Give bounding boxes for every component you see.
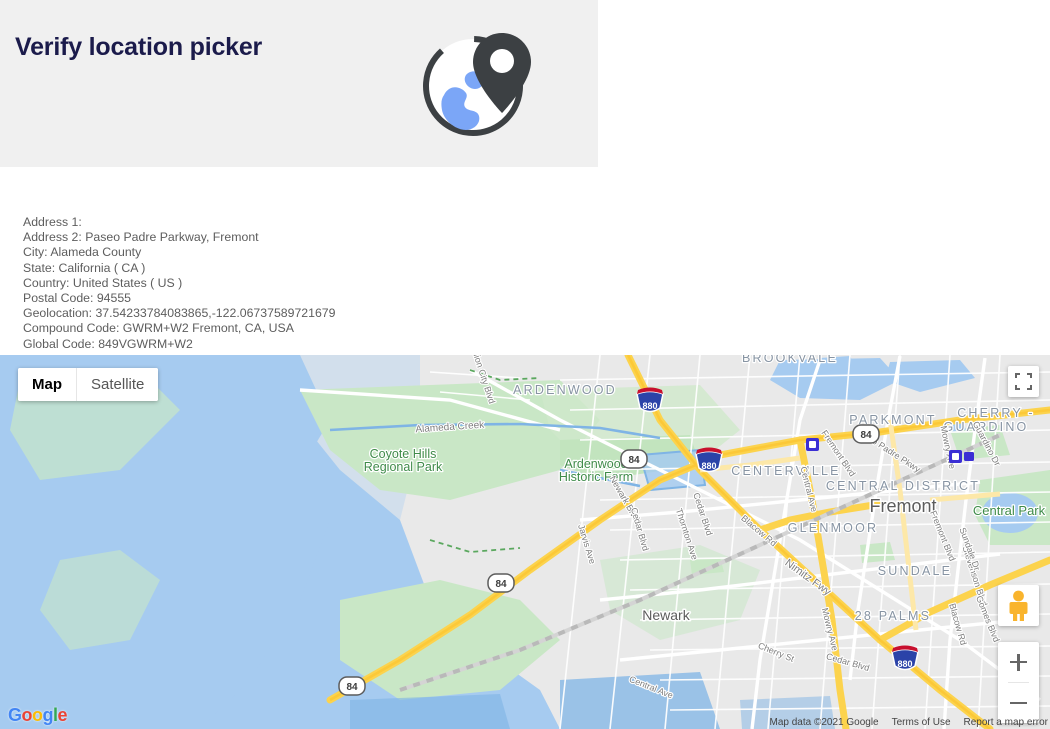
- map-data-copyright: Map data ©2021 Google: [769, 717, 879, 728]
- highway-shield: 84: [620, 449, 648, 469]
- address-country: Country: United States ( US ): [23, 275, 183, 290]
- map-area-label: CENTRAL DISTRICT: [826, 479, 980, 493]
- map-park-label: Ardenwood: [564, 457, 627, 471]
- map-type-map[interactable]: Map: [18, 368, 76, 401]
- google-logo-letter: e: [57, 705, 68, 725]
- address-line-2: Address 2: Paseo Padre Parkway, Fremont: [23, 230, 259, 245]
- page-title: Verify location picker: [15, 33, 263, 61]
- highway-shield: 84: [338, 676, 366, 696]
- address-line-1: Address 1:: [23, 215, 82, 229]
- map-area-label: CENTERVILLE: [731, 464, 840, 478]
- address-city: City: Alameda County: [23, 245, 142, 260]
- map-park-label: Historic Farm: [559, 470, 633, 484]
- highway-shield-number: 880: [701, 461, 716, 471]
- map-type-control[interactable]: Map Satellite: [18, 368, 159, 401]
- map-park-label: Regional Park: [364, 460, 443, 474]
- address-compound-code: Compound Code: GWRM+W2 Fremont, CA, USA: [23, 321, 294, 336]
- map-area-label: 28 PALMS: [855, 609, 931, 623]
- highway-shield-number: 880: [897, 659, 912, 669]
- google-logo-letter: g: [42, 705, 54, 725]
- highway-shield-number: 84: [628, 455, 640, 466]
- globe-location-pin-icon: [420, 23, 537, 143]
- highway-shield-number: 880: [642, 401, 657, 411]
- fullscreen-icon[interactable]: [1008, 366, 1039, 397]
- map-type-satellite[interactable]: Satellite: [76, 368, 159, 401]
- map-area-label: SUNDALE: [878, 564, 952, 578]
- address-postal-code: Postal Code: 94555: [23, 291, 132, 306]
- highway-shield: 880: [891, 645, 919, 671]
- highway-shield-number: 84: [860, 430, 872, 441]
- highway-shield-number: 84: [495, 579, 507, 590]
- address-state: State: California ( CA ): [23, 260, 146, 275]
- google-logo-letter: o: [32, 705, 43, 725]
- zoom-control[interactable]: [998, 642, 1039, 723]
- address-detail-panel: Address 1: Address 2: Paseo Padre Parkwa…: [0, 167, 1050, 401]
- highway-shield: 84: [487, 573, 515, 593]
- highway-shield-number: 84: [346, 682, 358, 693]
- map-canvas[interactable]: BROOKVALE ARDENWOOD PARKMONT CHERRY - GUARDI…: [0, 355, 1050, 729]
- map-area-label: CHERRY -: [957, 406, 1035, 420]
- highway-shield: 84: [852, 424, 880, 444]
- highway-shield: 880: [636, 387, 664, 413]
- map-attribution: Map data ©2021 Google Terms of Use Repor…: [769, 717, 1048, 728]
- map-area-label: BROOKVALE: [742, 355, 838, 365]
- header-panel: Verify location picker: [0, 0, 598, 167]
- zoom-in-button[interactable]: [998, 642, 1039, 682]
- address-list: Address 1: Address 2: Paseo Padre Parkwa…: [23, 215, 336, 352]
- map-tiles: BROOKVALEARDENWOODPARKMONT CHERRY -GUARDI…: [0, 355, 1050, 729]
- google-logo: Google: [8, 705, 68, 726]
- map-park-label: Central Park: [973, 503, 1046, 518]
- terms-of-use-link[interactable]: Terms of Use: [892, 717, 951, 728]
- street-view-pegman-icon[interactable]: [998, 585, 1039, 626]
- address-geolocation: Geolocation: 37.54233784083865,-122.0673…: [23, 306, 336, 321]
- google-logo-letter: G: [8, 705, 22, 725]
- map-area-label: GLENMOOR: [788, 521, 879, 535]
- location-picker-page: Verify location picker Address 1: Addres…: [0, 0, 1050, 729]
- map-place-label: Fremont: [869, 496, 936, 516]
- map-area-label: ARDENWOOD: [513, 383, 617, 397]
- map-place-label: Newark: [642, 607, 690, 623]
- address-global-code: Global Code: 849VGWRM+W2: [23, 336, 193, 351]
- report-map-error-link[interactable]: Report a map error: [964, 717, 1048, 728]
- google-logo-letter: o: [21, 705, 33, 725]
- map-park-label: Coyote Hills: [370, 447, 437, 461]
- highway-shield: 880: [695, 447, 723, 473]
